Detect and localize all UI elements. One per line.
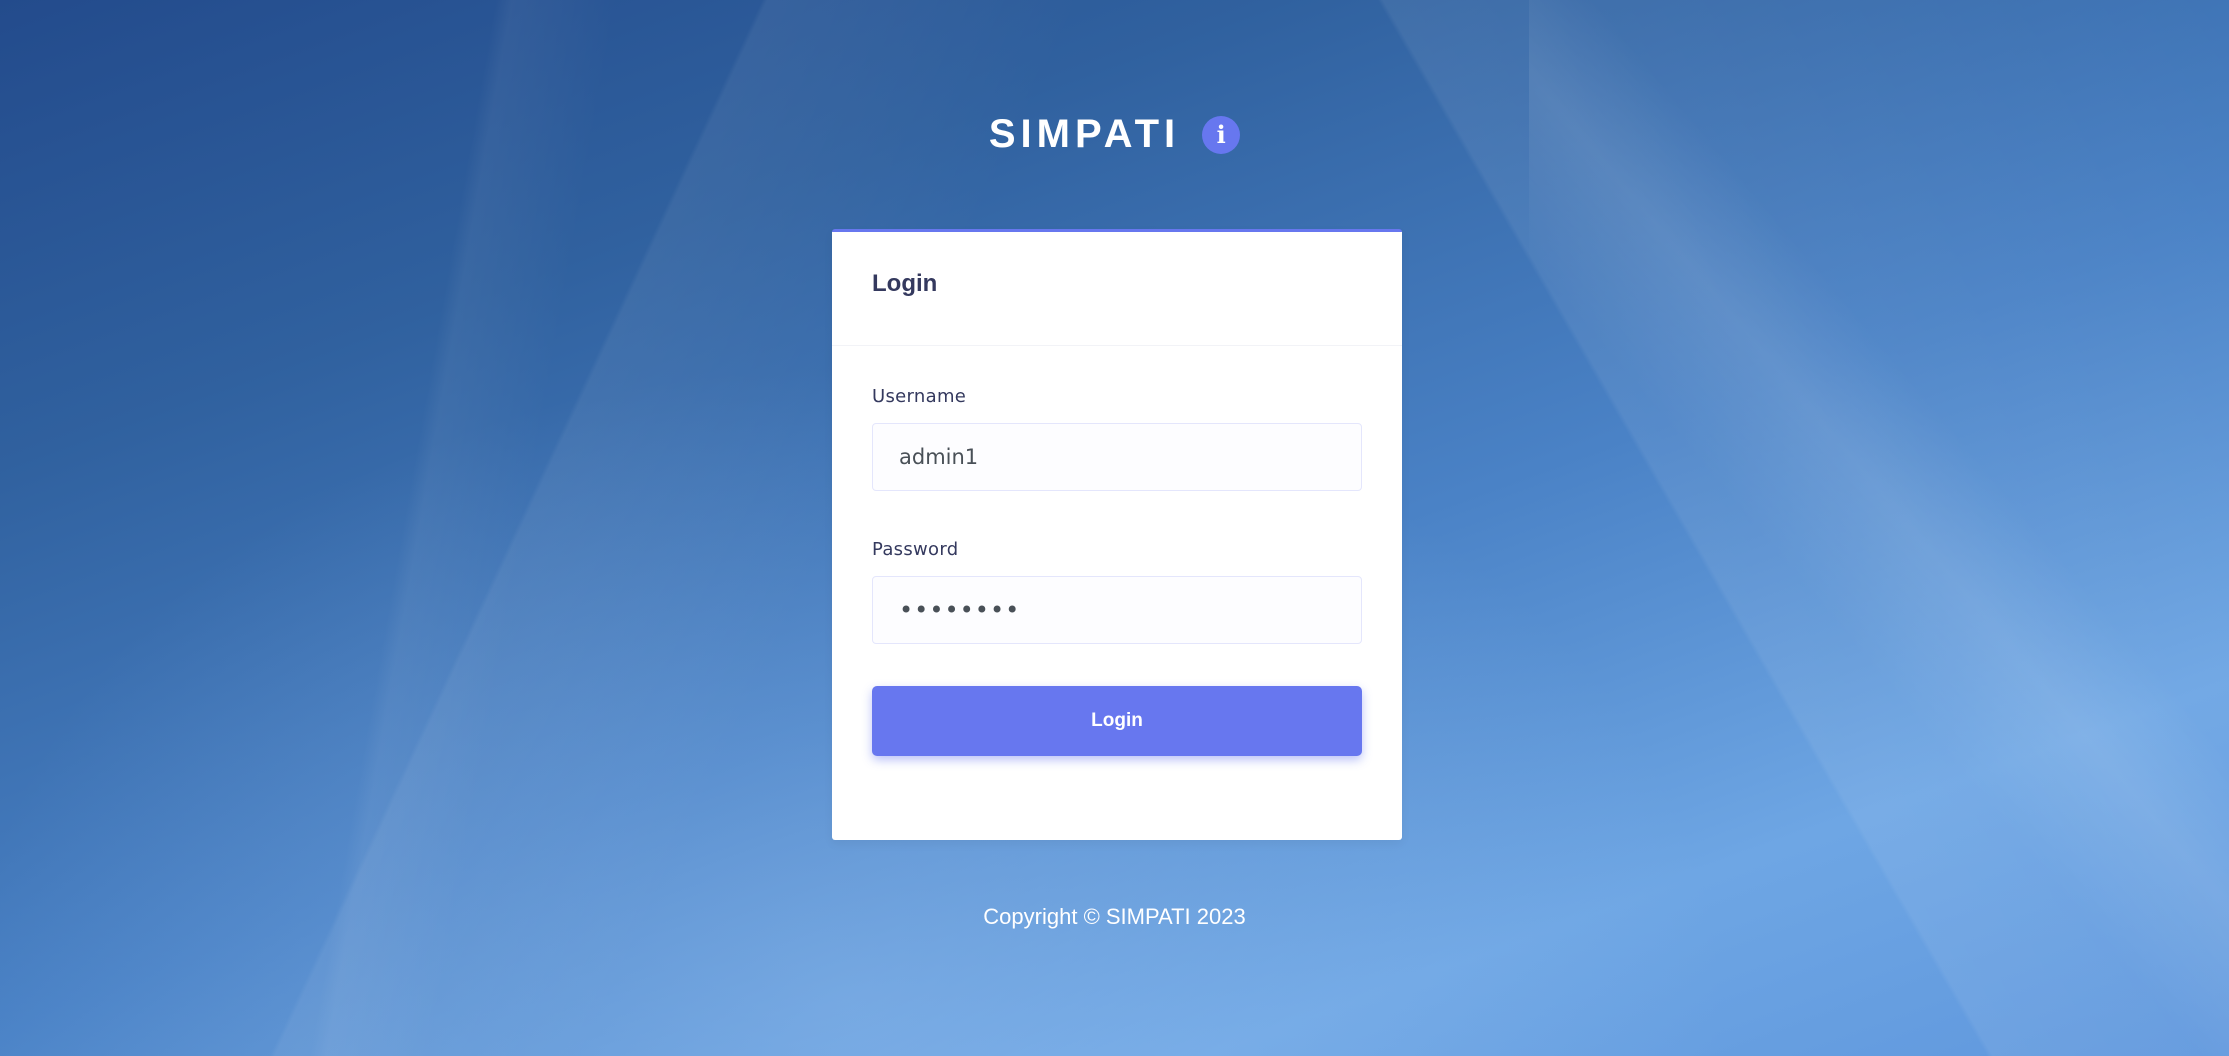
username-input[interactable] bbox=[872, 423, 1362, 491]
login-form: Username Password Login bbox=[832, 386, 1402, 756]
background-streak-left bbox=[0, 0, 640, 1056]
brand-header: SIMPATI i bbox=[0, 112, 2229, 157]
info-icon[interactable]: i bbox=[1202, 115, 1241, 154]
login-card: Login Username Password Login bbox=[832, 229, 1402, 840]
copyright-footer: Copyright © SIMPATI 2023 bbox=[983, 904, 1246, 929]
brand-title: SIMPATI bbox=[988, 112, 1181, 156]
username-label: Username bbox=[872, 386, 967, 407]
login-card-header: Login bbox=[832, 232, 1402, 346]
login-button[interactable]: Login bbox=[872, 686, 1362, 756]
password-label: Password bbox=[872, 539, 959, 560]
password-input[interactable] bbox=[872, 576, 1362, 644]
info-glyph: i bbox=[1216, 119, 1226, 149]
background-streak-right bbox=[1529, 0, 2229, 1056]
login-card-title: Login bbox=[872, 269, 938, 297]
